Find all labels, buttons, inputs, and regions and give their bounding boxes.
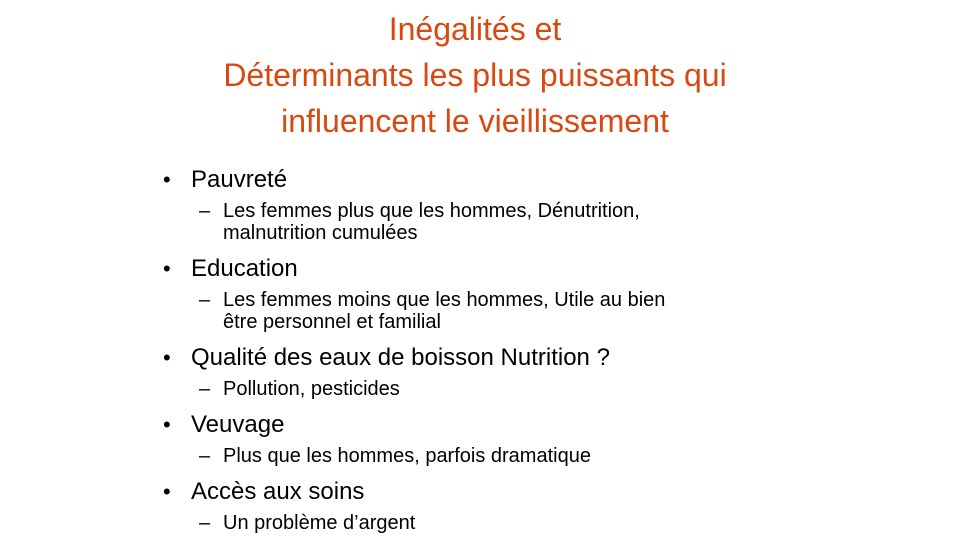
dash-icon: – <box>199 200 211 222</box>
bullet-label: Veuvage <box>191 411 285 438</box>
bullet-icon: • <box>163 479 171 504</box>
bullet-label: Pauvreté <box>191 166 288 193</box>
bullet-icon: • <box>163 345 171 370</box>
dash-icon: – <box>199 378 211 400</box>
sub-item-pauvrete: – Les femmes plus que les hommes, Dénutr… <box>163 200 803 244</box>
dash-icon: – <box>199 512 211 534</box>
bullet-icon: • <box>163 256 171 281</box>
sub-item-line: Pollution, pesticides <box>223 378 400 400</box>
bullet-item-veuvage: • Veuvage <box>163 408 803 442</box>
sub-item-line: Plus que les hommes, parfois dramatique <box>223 445 591 467</box>
bullet-icon: • <box>163 167 171 192</box>
bullet-label: Qualité des eaux de boisson Nutrition ? <box>191 344 610 371</box>
sub-item-education: – Les femmes moins que les hommes, Utile… <box>163 289 803 333</box>
bullet-item-acces-soins: • Accès aux soins <box>163 475 803 509</box>
bullet-label: Education <box>191 255 298 282</box>
slide-title: Inégalités et Déterminants les plus puis… <box>80 6 870 144</box>
dash-icon: – <box>199 289 211 311</box>
title-line-2: Déterminants les plus puissants qui <box>223 57 727 93</box>
bullet-label: Accès aux soins <box>191 478 365 505</box>
bullet-item-pauvrete: • Pauvreté <box>163 163 803 197</box>
slide: Inégalités et Déterminants les plus puis… <box>0 0 960 540</box>
bullet-item-qualite-eaux: • Qualité des eaux de boisson Nutrition … <box>163 341 803 375</box>
bullet-icon: • <box>163 412 171 437</box>
title-line-1: Inégalités et <box>388 11 562 47</box>
sub-item-line: malnutrition cumulées <box>223 222 418 244</box>
bullet-list: • Pauvreté – Les femmes plus que les hom… <box>163 163 803 542</box>
sub-item-line: Un problème d’argent <box>223 512 416 534</box>
sub-item-acces-soins: – Un problème d’argent <box>163 512 803 534</box>
sub-item-veuvage: – Plus que les hommes, parfois dramatiqu… <box>163 445 803 467</box>
dash-icon: – <box>199 445 211 467</box>
sub-item-line: Les femmes plus que les hommes, Dénutrit… <box>223 200 640 222</box>
sub-item-line: être personnel et familial <box>223 311 441 333</box>
sub-item-line: Les femmes moins que les hommes, Utile a… <box>223 289 666 311</box>
title-line-3: influencent le vieillissement <box>281 103 669 139</box>
sub-item-qualite-eaux: – Pollution, pesticides <box>163 378 803 400</box>
bullet-item-education: • Education <box>163 252 803 286</box>
